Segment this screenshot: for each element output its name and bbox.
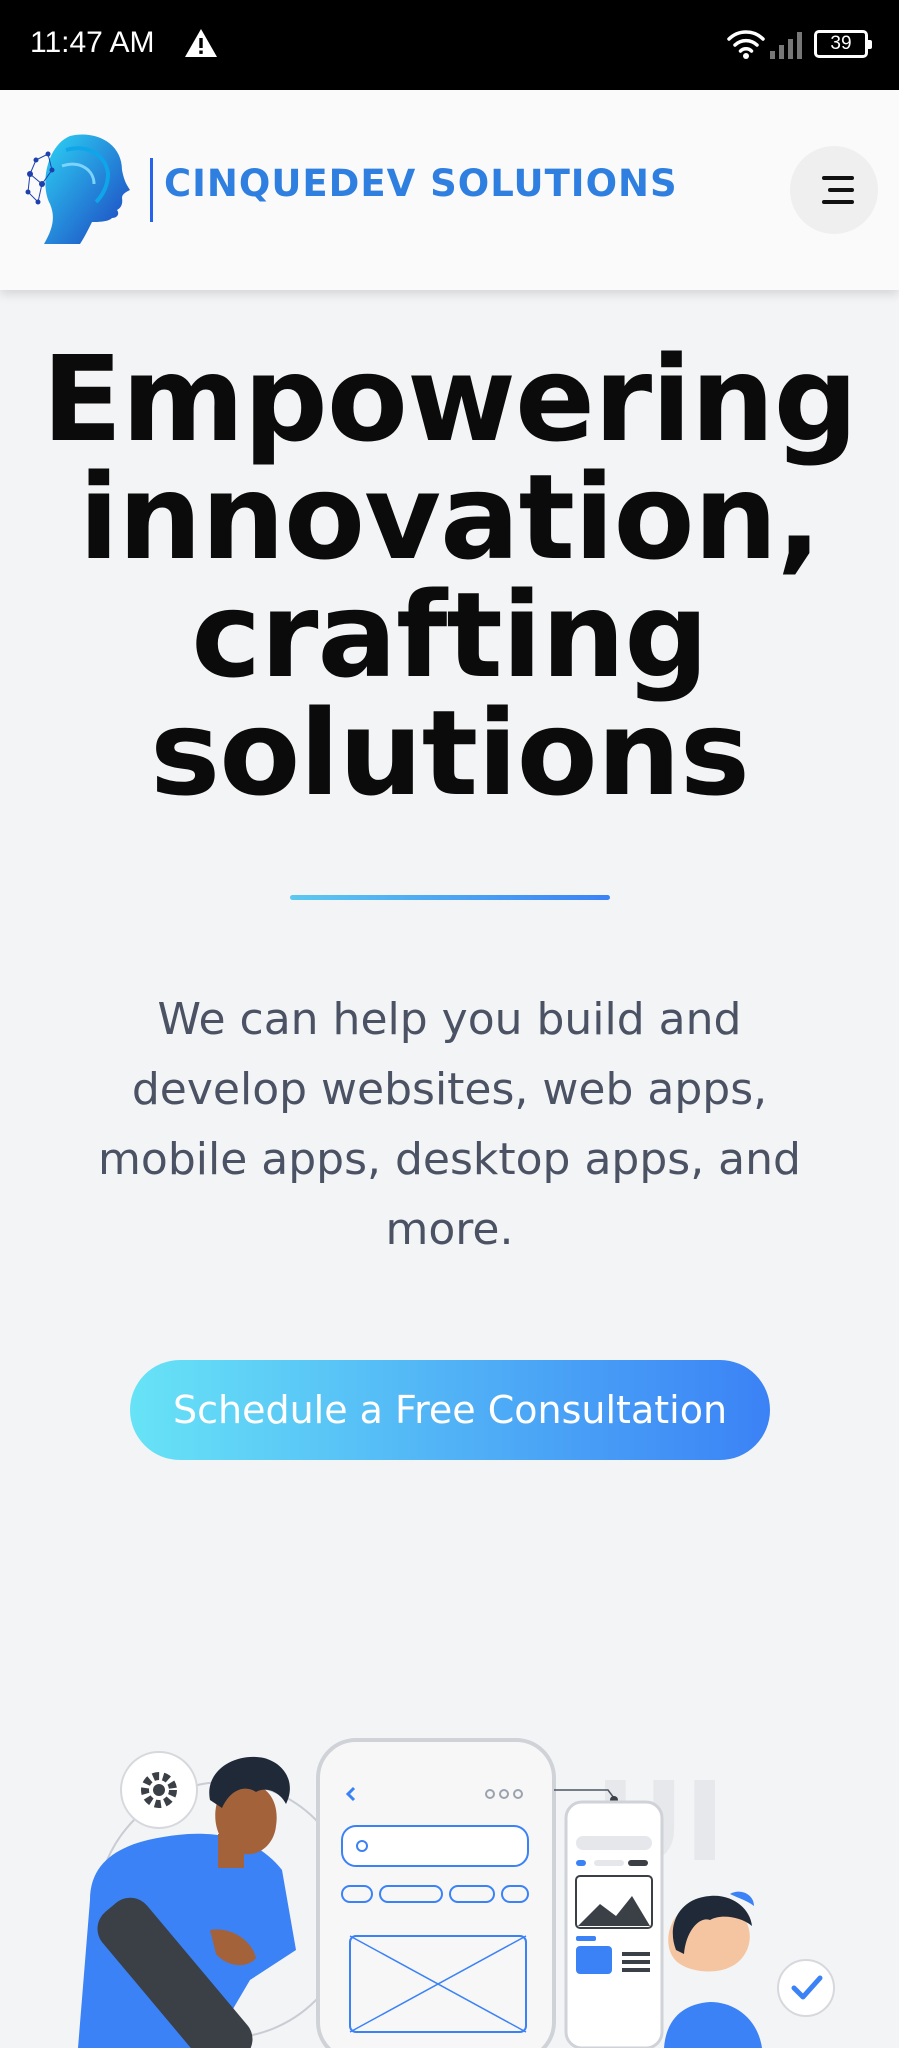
site-header: CINQUEDEV SOLUTIONS <box>0 90 899 290</box>
status-bar: 11:47 AM 39 <box>0 0 899 90</box>
hero-title-line: solutions <box>150 684 750 822</box>
hero-illustration: UI <box>78 1738 835 2048</box>
hero-title-line: crafting <box>191 566 708 704</box>
schedule-consultation-button[interactable]: Schedule a Free Consultation <box>130 1360 770 1460</box>
hamburger-menu-button[interactable] <box>790 146 878 234</box>
woman-figure <box>664 1891 762 2048</box>
phone-mockup <box>316 1738 556 2048</box>
hero-title-line: innovation, <box>78 448 822 586</box>
hero-subtitle: We can help you build and develop websit… <box>60 985 839 1265</box>
hero-subtitle-line: more. <box>385 1204 514 1255</box>
company-logo[interactable] <box>22 130 132 246</box>
warning-icon <box>185 29 217 57</box>
gear-icon <box>120 1751 198 1829</box>
small-phone-mockup <box>554 1789 664 2048</box>
brand-name[interactable]: CINQUEDEV SOLUTIONS <box>164 162 678 205</box>
hero-title-line: Empowering <box>41 330 858 468</box>
logo-divider <box>150 158 153 222</box>
battery-level: 39 <box>830 33 852 54</box>
signal-icon <box>770 32 802 59</box>
battery-icon: 39 <box>814 30 872 58</box>
hamburger-menu-icon <box>822 176 854 180</box>
hero-subtitle-line: develop websites, web apps, <box>131 1064 768 1115</box>
wifi-icon <box>727 30 765 59</box>
check-icon <box>777 1959 835 2017</box>
hero-title: Empowering innovation, crafting solution… <box>0 340 899 812</box>
hero-subtitle-line: We can help you build and <box>157 994 742 1045</box>
hero-divider <box>290 895 610 900</box>
hero-subtitle-line: mobile apps, desktop apps, and <box>98 1134 801 1185</box>
status-time: 11:47 AM <box>30 26 155 59</box>
